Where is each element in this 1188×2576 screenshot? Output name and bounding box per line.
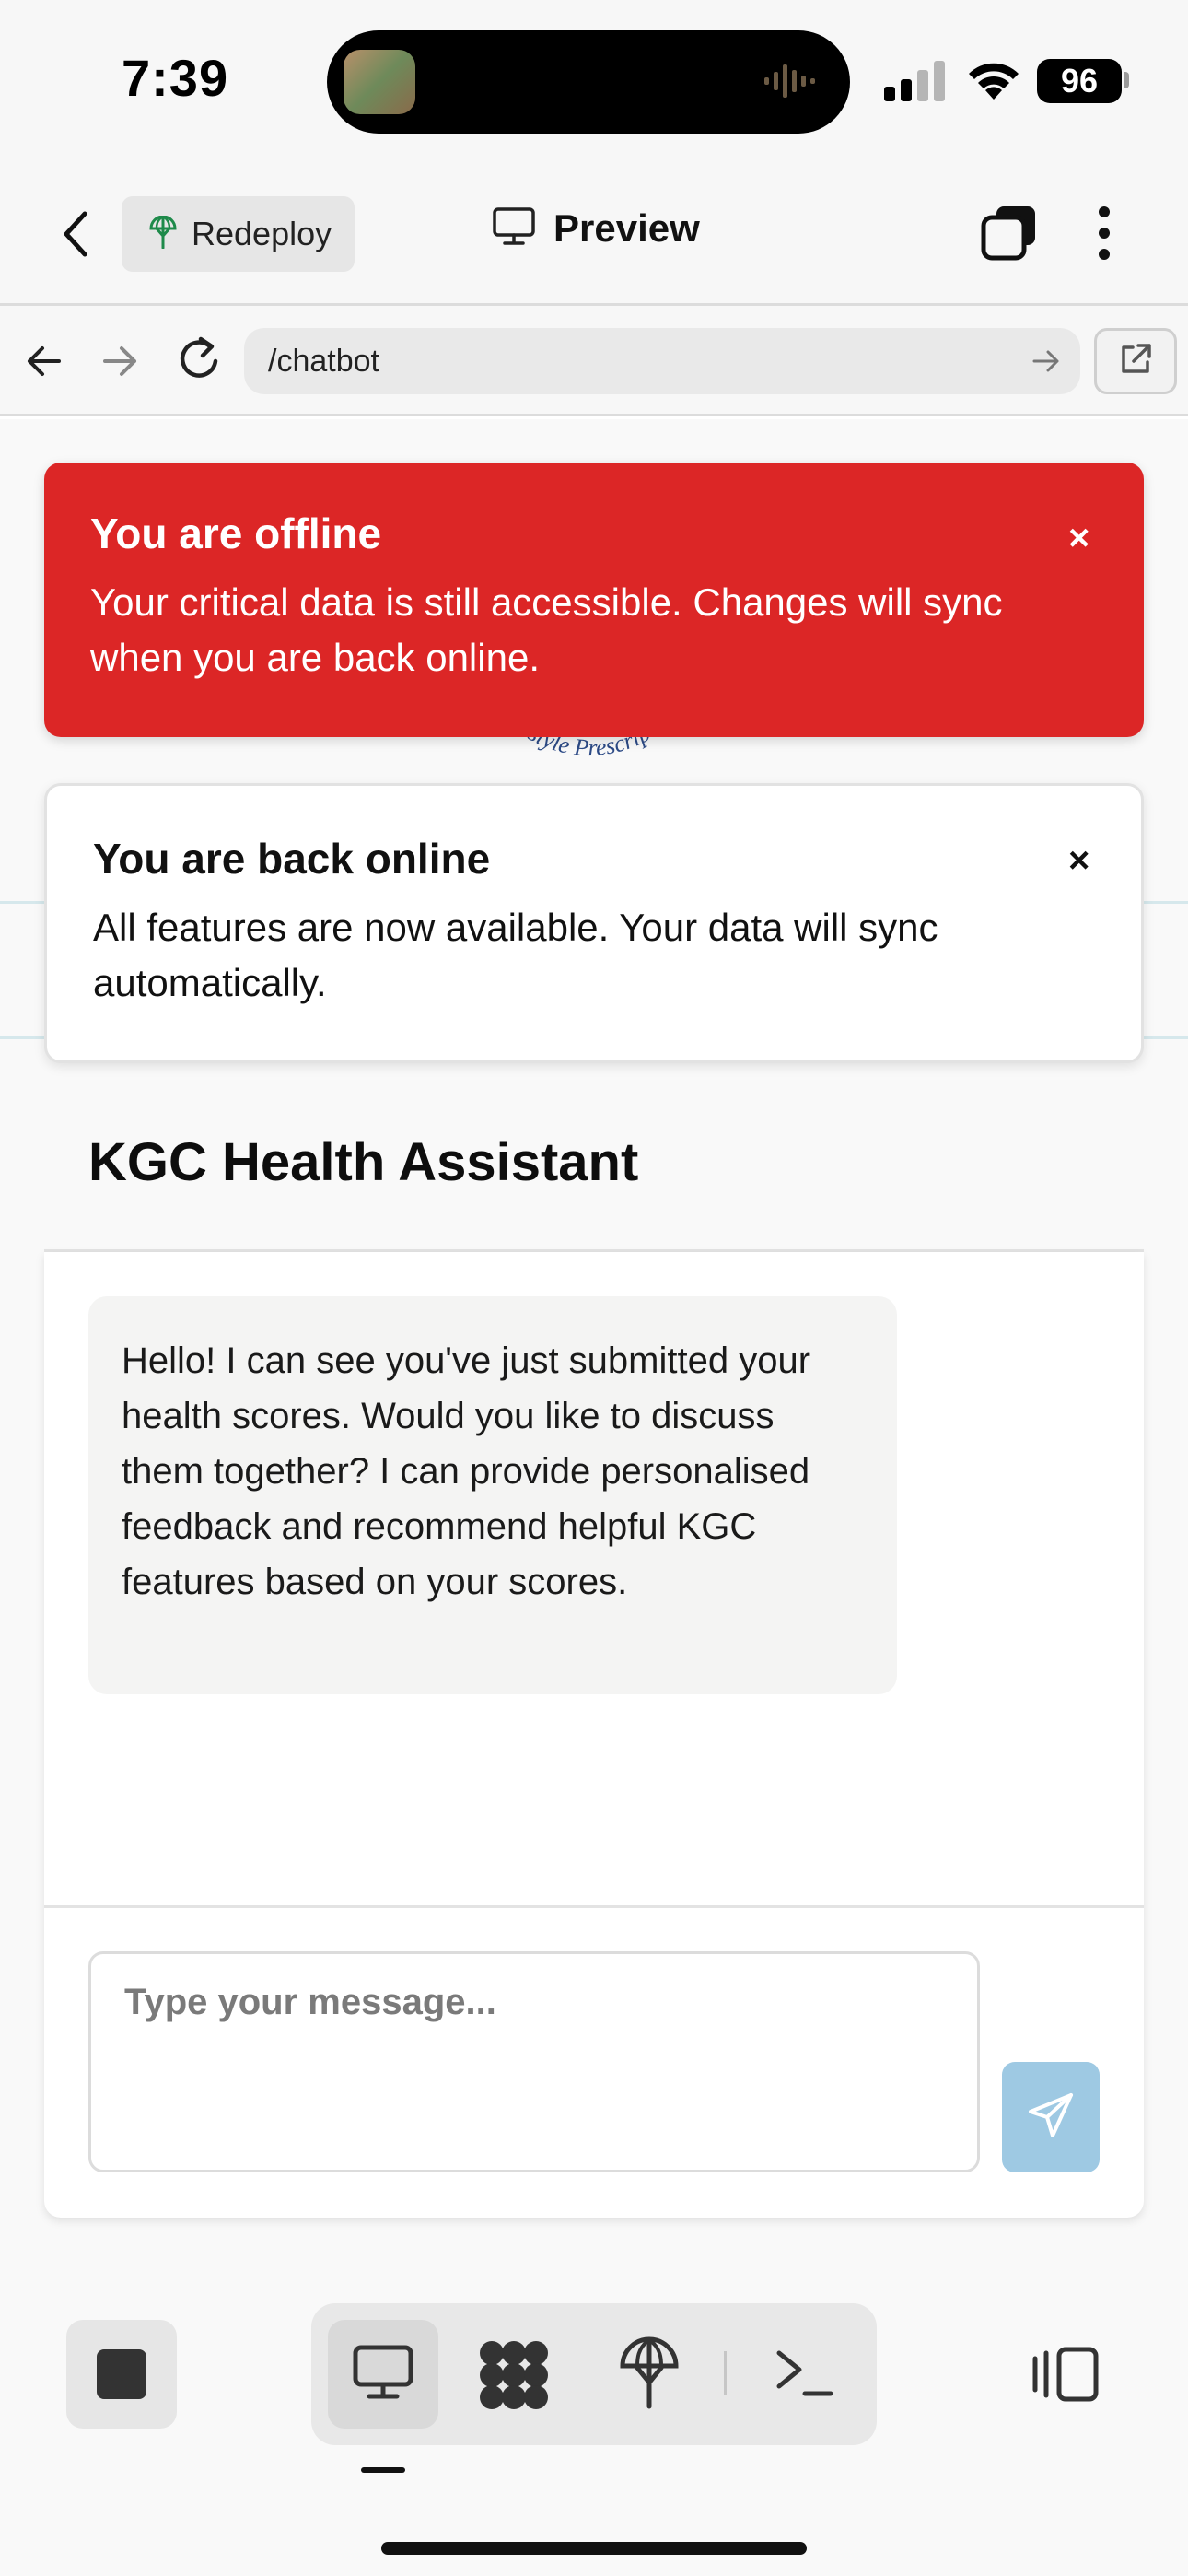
open-external-button[interactable] bbox=[1094, 328, 1177, 394]
input-divider bbox=[44, 1905, 1144, 1908]
assistant-message-bubble: Hello! I can see you've just submitted y… bbox=[88, 1296, 897, 1694]
globe-deploy-icon bbox=[147, 215, 179, 253]
send-icon bbox=[1027, 2091, 1075, 2144]
preview-title: Preview bbox=[493, 206, 700, 251]
external-link-icon bbox=[1118, 342, 1153, 381]
send-button[interactable] bbox=[1002, 2062, 1100, 2172]
monitor-icon bbox=[353, 2345, 413, 2405]
assistant-message-text: Hello! I can see you've just submitted y… bbox=[122, 1341, 811, 1602]
terminal-icon[interactable] bbox=[775, 2348, 834, 2404]
online-toast-message: All features are now available. Your dat… bbox=[93, 906, 938, 1004]
now-playing-artwork bbox=[344, 50, 415, 114]
wifi-icon bbox=[965, 55, 1022, 106]
url-text: /chatbot bbox=[268, 343, 379, 379]
active-tool-indicator bbox=[361, 2467, 405, 2473]
chevron-left-icon[interactable] bbox=[57, 210, 98, 263]
offline-toast-message: Your critical data is still accessible. … bbox=[90, 580, 1003, 679]
home-indicator[interactable] bbox=[381, 2542, 807, 2555]
arrow-right-icon[interactable] bbox=[1031, 347, 1061, 380]
online-toast-title: You are back online bbox=[93, 835, 491, 883]
monitor-icon bbox=[493, 206, 535, 251]
more-vertical-icon[interactable] bbox=[1092, 205, 1116, 266]
url-field[interactable]: /chatbot bbox=[244, 328, 1080, 394]
battery-indicator: 96 bbox=[1037, 59, 1122, 103]
stop-button[interactable] bbox=[66, 2320, 177, 2429]
preview-label: Preview bbox=[553, 206, 700, 250]
battery-cap bbox=[1124, 72, 1129, 88]
toolbar-separator bbox=[724, 2351, 727, 2395]
close-icon[interactable]: × bbox=[1068, 840, 1089, 882]
online-toast: You are back online All features are now… bbox=[44, 783, 1144, 1063]
offline-toast-title: You are offline bbox=[90, 509, 382, 557]
apps-icon[interactable] bbox=[475, 2336, 553, 2418]
arrow-right-icon[interactable] bbox=[99, 341, 140, 386]
panel-toggle-icon[interactable] bbox=[1031, 2346, 1100, 2407]
redeploy-label: Redeploy bbox=[192, 215, 332, 252]
deploy-icon[interactable] bbox=[617, 2336, 681, 2415]
message-input[interactable] bbox=[88, 1951, 980, 2172]
reload-icon[interactable] bbox=[177, 335, 223, 388]
page-title: KGC Health Assistant bbox=[88, 1132, 639, 1192]
arrow-left-icon[interactable] bbox=[24, 341, 64, 386]
tabs-icon[interactable] bbox=[980, 205, 1039, 266]
stop-icon bbox=[97, 2349, 146, 2399]
cellular-signal-icon bbox=[884, 61, 947, 106]
close-icon[interactable]: × bbox=[1068, 518, 1089, 559]
status-time: 7:39 bbox=[122, 49, 229, 107]
audio-waveform-icon bbox=[763, 61, 821, 106]
offline-toast: You are offline Your critical data is st… bbox=[44, 463, 1144, 737]
preview-tool-button[interactable] bbox=[328, 2320, 438, 2429]
redeploy-button[interactable]: Redeploy bbox=[122, 196, 355, 272]
